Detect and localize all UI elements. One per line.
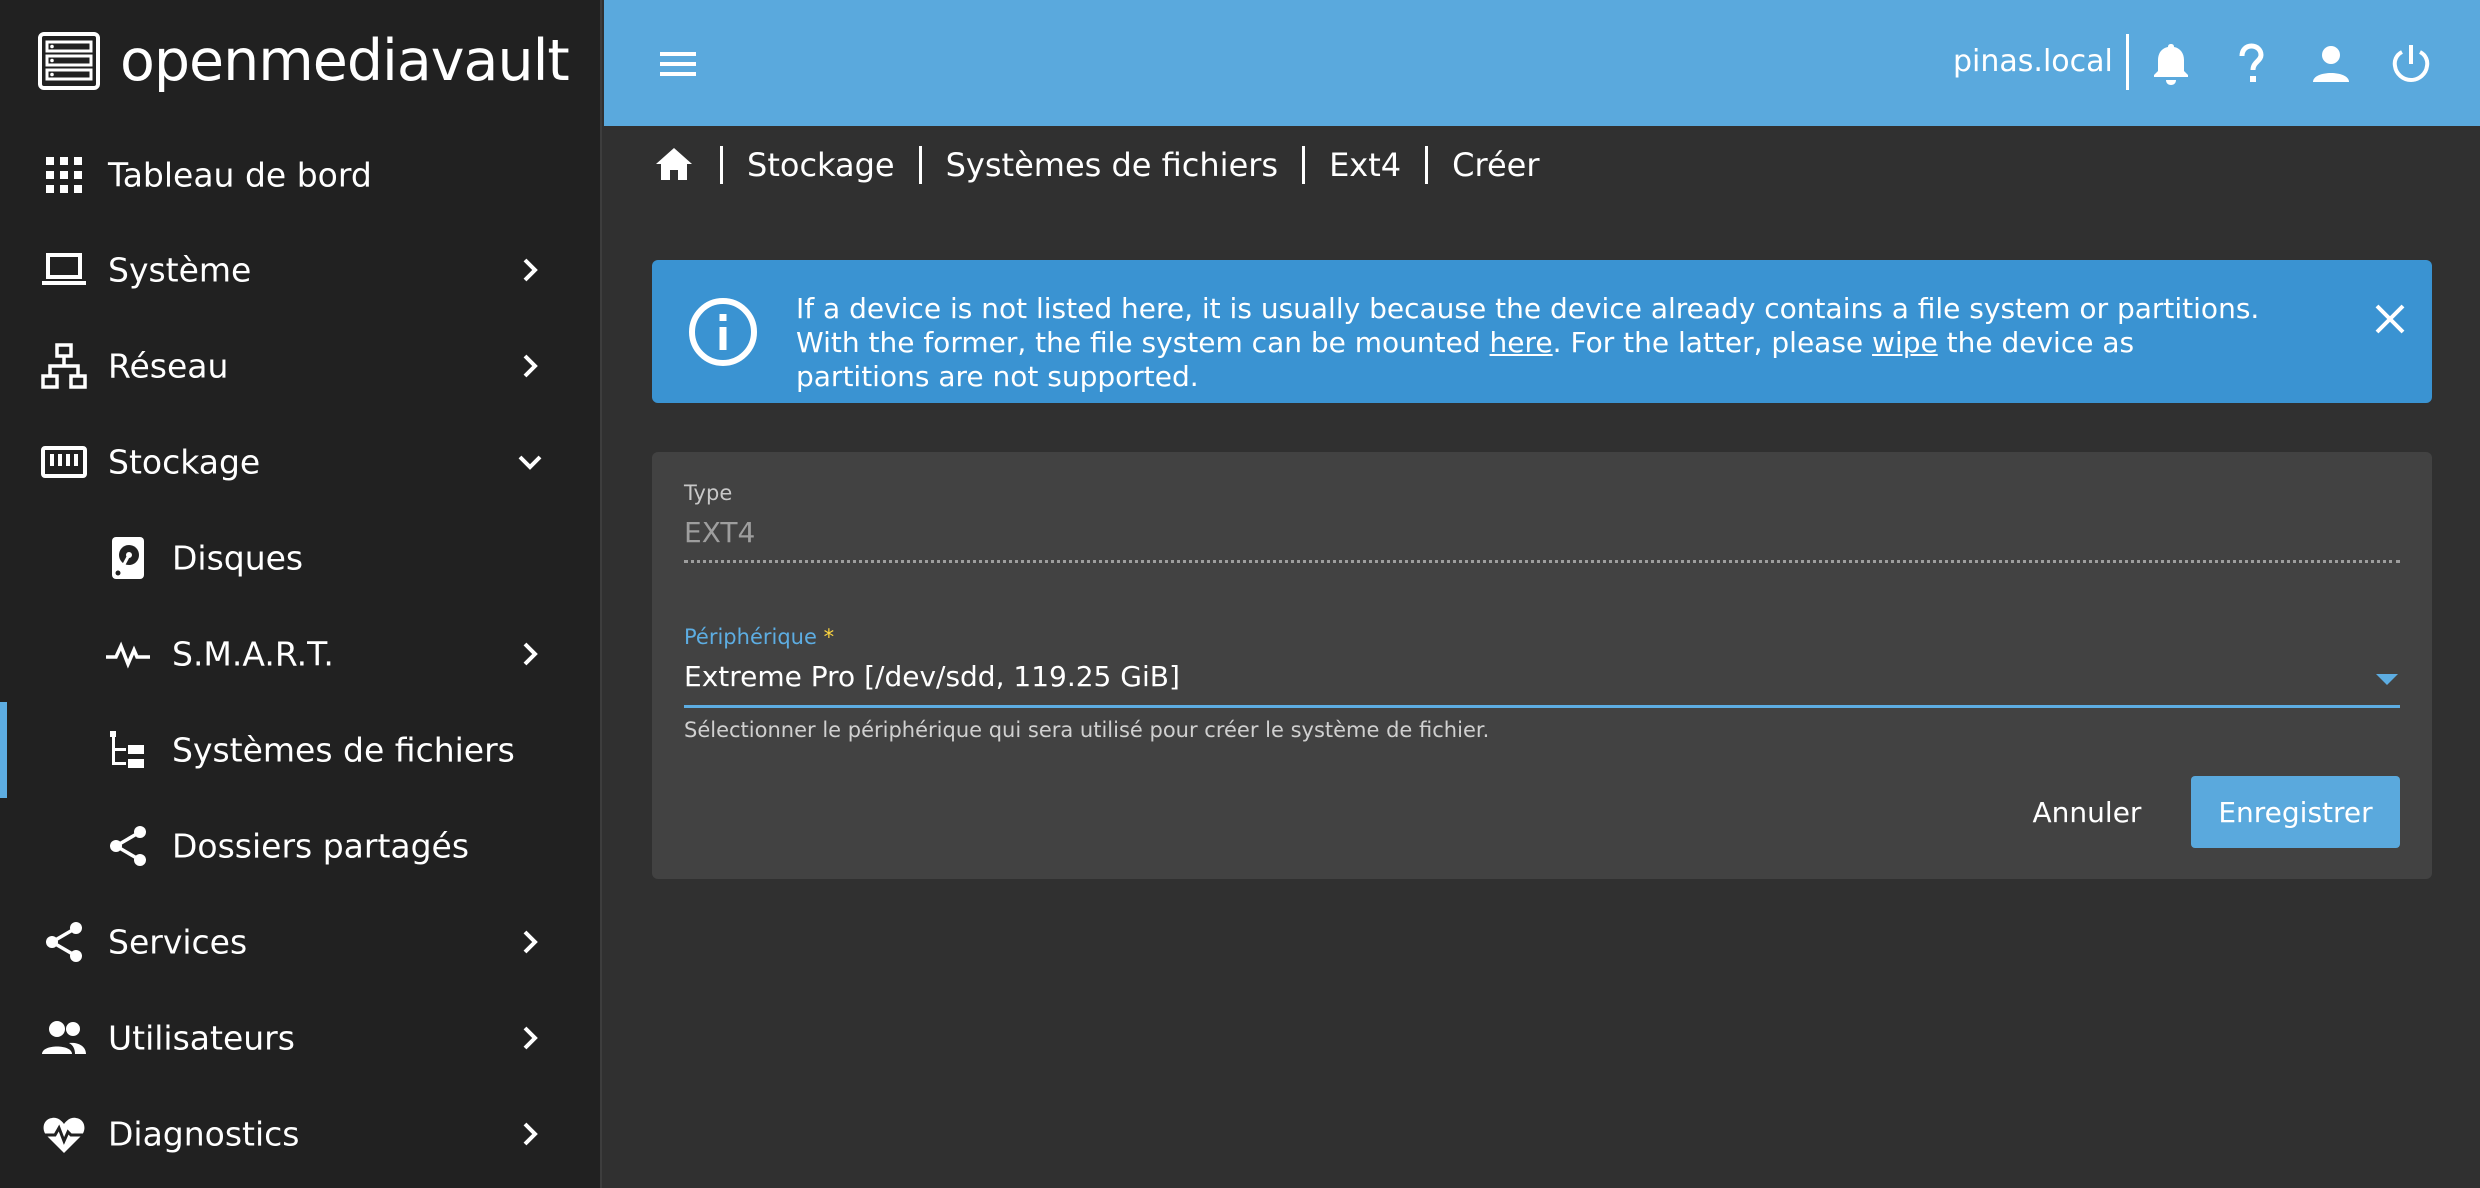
cancel-button[interactable]: Annuler [2017,776,2157,848]
sidebar-item-label: Système [108,250,252,290]
hostname: pinas.local [1953,44,2113,79]
user-icon[interactable] [2307,40,2355,88]
home-icon[interactable] [652,143,696,187]
chevron-right-icon [523,258,538,282]
sidebar: openmediavault Tableau de bord Système R… [0,0,602,1188]
device-field-hint: Sélectionner le périphérique qui sera ut… [684,718,1490,742]
type-field-underline [684,560,2400,563]
pulse-icon [106,641,150,669]
app-name: openmediavault [120,28,570,94]
breadcrumb-separator [1425,146,1429,184]
chevron-right-icon [523,642,538,666]
chevron-right-icon [523,354,538,378]
device-field-underline [684,705,2400,708]
chevron-right-icon [523,1026,538,1050]
dashboard-grid-icon [46,157,82,193]
sidebar-item-users[interactable]: Utilisateurs [0,990,600,1086]
alert-link-here[interactable]: here [1490,326,1553,359]
device-field-label: Périphérique * [684,625,834,649]
info-alert: If a device is not listed here, it is us… [652,260,2432,403]
sidebar-item-storage[interactable]: Stockage [0,414,600,510]
bell-icon[interactable] [2147,40,2195,88]
sidebar-item-network[interactable]: Réseau [0,318,600,414]
required-marker: * [823,625,835,649]
top-bar: pinas.local [604,0,2480,126]
sidebar-item-label: Stockage [108,442,261,482]
sidebar-item-dashboard[interactable]: Tableau de bord [0,127,600,223]
users-icon [42,1021,86,1054]
sidebar-item-services[interactable]: Services [0,894,600,990]
share-icon [46,922,82,962]
breadcrumb-ext4[interactable]: Ext4 [1329,146,1401,184]
sidebar-item-shared-folders[interactable]: Dossiers partagés [0,798,600,894]
sidebar-item-label: S.M.A.R.T. [172,634,334,674]
heart-pulse-icon [43,1117,85,1153]
sidebar-item-system[interactable]: Système [0,222,600,318]
breadcrumb-create: Créer [1452,146,1540,184]
sidebar-item-label: Systèmes de fichiers [172,730,515,770]
sidebar-item-label: Diagnostics [108,1114,300,1154]
sidebar-item-label: Services [108,922,248,962]
sidebar-item-smart[interactable]: S.M.A.R.T. [0,606,600,702]
dropdown-arrow-icon[interactable] [2376,674,2398,686]
help-icon[interactable] [2227,40,2275,88]
share-icon [110,826,146,866]
close-icon[interactable] [2369,298,2411,340]
harddisk-icon [112,537,144,579]
chevron-right-icon [523,930,538,954]
breadcrumb-separator [1302,146,1306,184]
menu-icon[interactable] [654,40,702,88]
chevron-right-icon [523,1122,538,1146]
power-icon[interactable] [2387,40,2435,88]
alert-message: If a device is not listed here, it is us… [796,292,2276,394]
omv-logo-icon [38,32,100,90]
network-icon [41,343,87,389]
breadcrumb-storage[interactable]: Stockage [747,146,895,184]
type-field-label: Type [684,481,733,505]
type-field: EXT4 [684,516,756,549]
sidebar-item-label: Dossiers partagés [172,826,470,866]
sidebar-item-label: Disques [172,538,304,578]
storage-icon [41,446,87,478]
device-select[interactable]: Extreme Pro [/dev/sdd, 119.25 GiB] [684,660,1180,693]
sidebar-item-label: Réseau [108,346,229,386]
file-tree-icon [110,731,144,768]
save-button[interactable]: Enregistrer [2191,776,2400,848]
laptop-icon [42,253,86,285]
sidebar-item-disks[interactable]: Disques [0,510,600,606]
device-label-text: Périphérique [684,625,817,649]
create-filesystem-form: Type EXT4 Périphérique * Extreme Pro [/d… [652,452,2432,879]
sidebar-item-diagnostics[interactable]: Diagnostics [0,1086,600,1182]
sidebar-item-label: Tableau de bord [108,155,372,195]
sidebar-item-label: Utilisateurs [108,1018,295,1058]
alert-link-wipe[interactable]: wipe [1872,326,1938,359]
chevron-down-icon [518,455,542,470]
sidebar-item-filesystems[interactable]: Systèmes de fichiers [0,702,600,798]
breadcrumb-filesystems[interactable]: Systèmes de fichiers [946,146,1278,184]
topbar-divider [2126,34,2129,90]
breadcrumb: Stockage Systèmes de fichiers Ext4 Créer [652,140,1539,190]
brand[interactable]: openmediavault [38,28,570,94]
breadcrumb-separator [918,146,922,184]
breadcrumb-separator [720,146,723,184]
alert-text-2: . For the latter, please [1552,326,1873,359]
info-icon [689,298,757,366]
